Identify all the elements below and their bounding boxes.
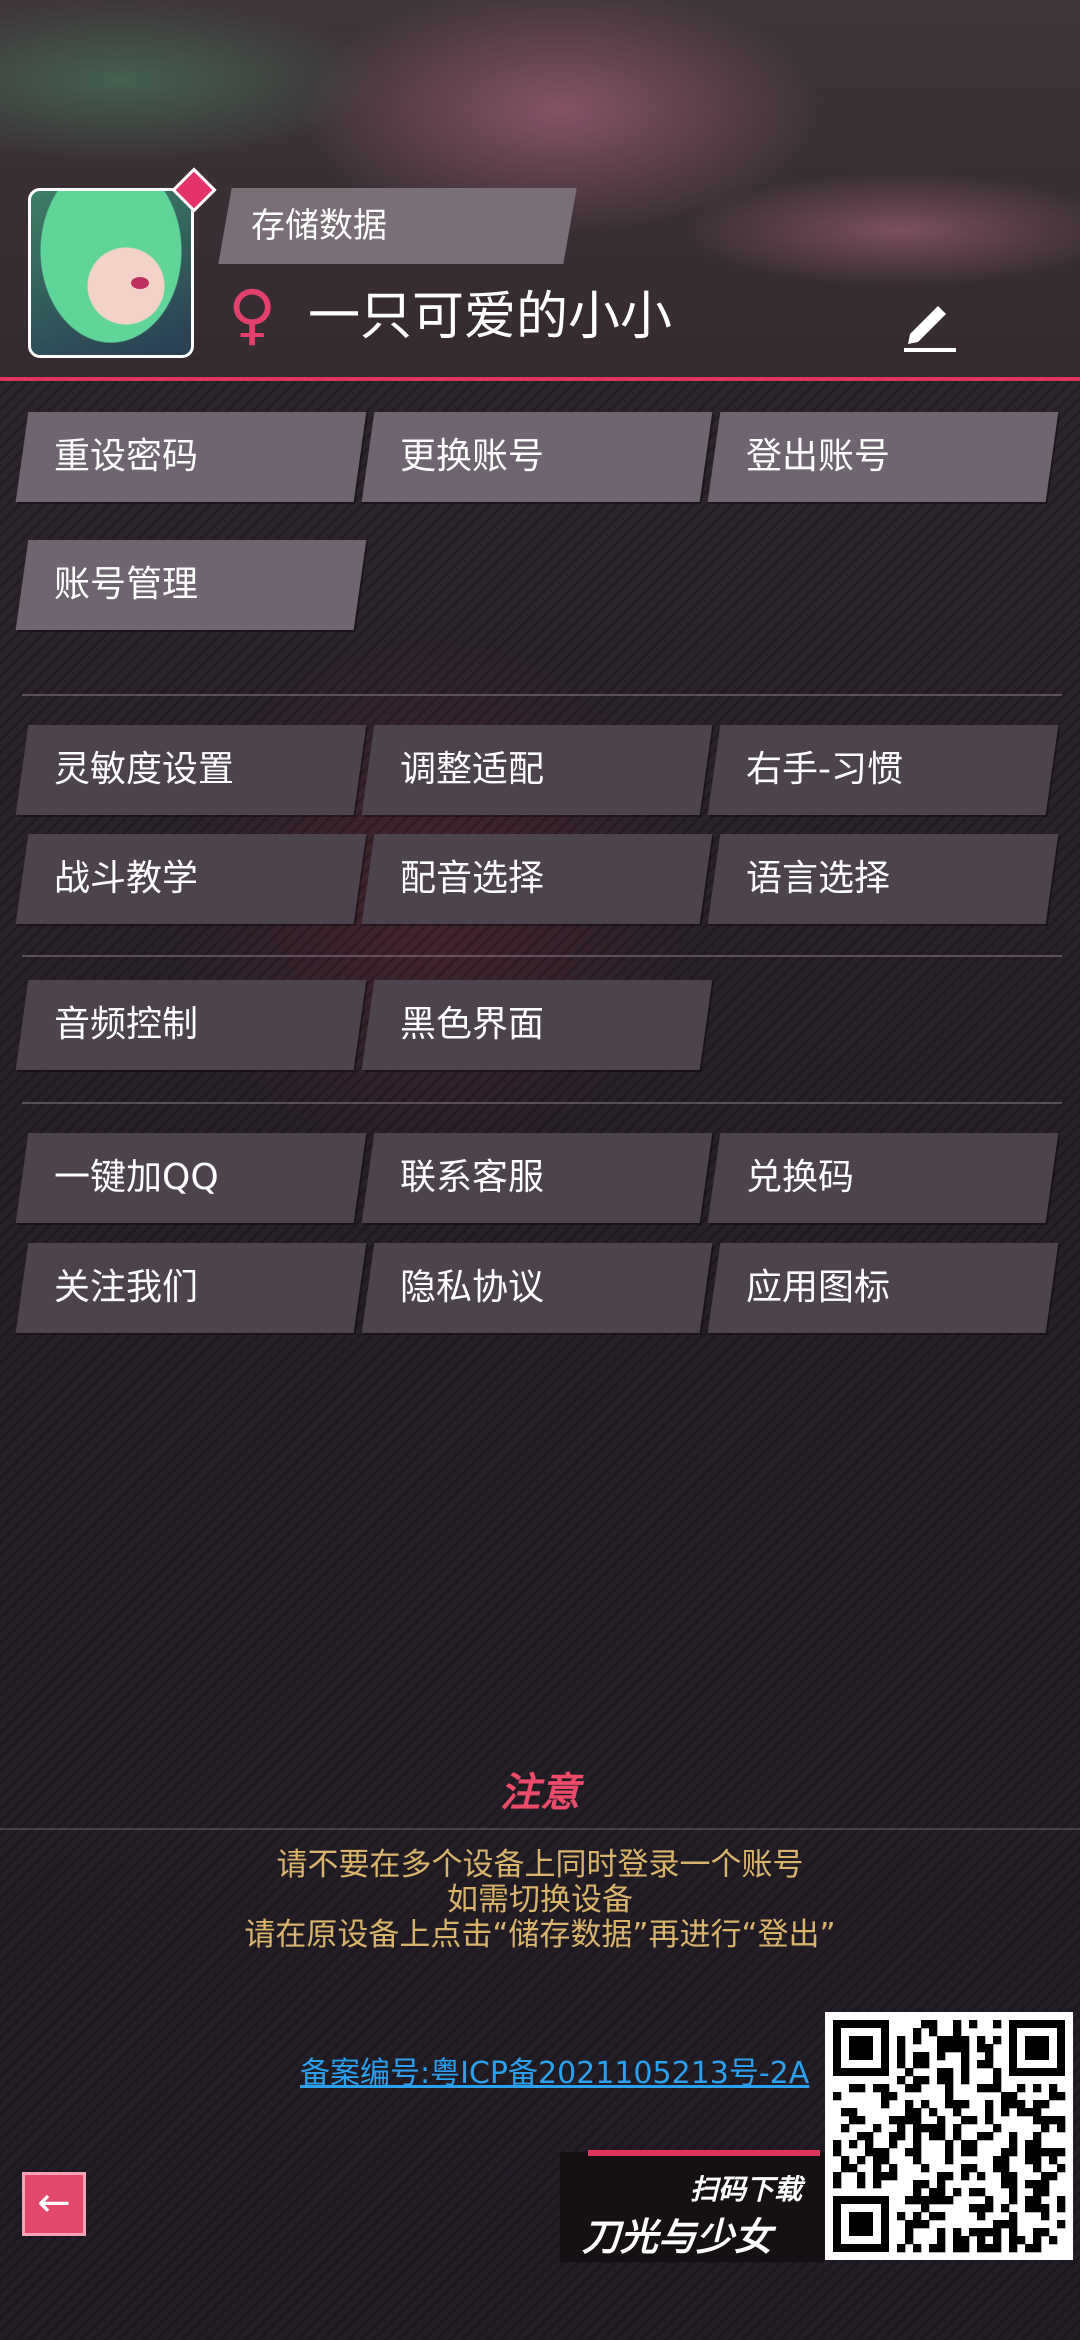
voice-selection-button[interactable]: 配音选择 — [361, 834, 713, 924]
adapt-settings-button[interactable]: 调整适配 — [361, 725, 713, 815]
pencil-icon[interactable] — [900, 290, 960, 354]
save-data-label: 存储数据 — [251, 206, 387, 246]
avatar-eye — [131, 277, 149, 289]
section-divider — [22, 955, 1062, 957]
username: 一只可爱的小小 — [308, 287, 673, 347]
contact-support-button[interactable]: 联系客服 — [361, 1133, 713, 1223]
back-arrow-icon[interactable]: ← — [22, 2172, 86, 2236]
notice-text: 请不要在多个设备上同时登录一个账号 如需切换设备 请在原设备上点击“储存数据”再… — [0, 1848, 1080, 1953]
section-divider — [22, 1102, 1062, 1104]
header-divider — [0, 377, 1080, 381]
reset-password-button[interactable]: 重设密码 — [15, 412, 367, 502]
right-hand-habit-button[interactable]: 右手-习惯 — [707, 725, 1059, 815]
dark-interface-button[interactable]: 黑色界面 — [361, 980, 713, 1070]
language-selection-button[interactable]: 语言选择 — [707, 834, 1059, 924]
follow-us-button[interactable]: 关注我们 — [15, 1243, 367, 1333]
account-management-button[interactable]: 账号管理 — [15, 540, 367, 630]
sensitivity-settings-button[interactable]: 灵敏度设置 — [15, 725, 367, 815]
icp-record-link[interactable]: 备案编号:粤ICP备2021105213号-2A — [300, 2048, 809, 2092]
privacy-policy-button[interactable]: 隐私协议 — [361, 1243, 713, 1333]
qr-code[interactable] — [825, 2012, 1073, 2260]
app-icon-button[interactable]: 应用图标 — [707, 1243, 1059, 1333]
female-gender-icon: ♀ — [228, 276, 277, 353]
switch-account-button[interactable]: 更换账号 — [361, 412, 713, 502]
notice-line-3: 请在原设备上点击“储存数据”再进行“登出” — [244, 1917, 836, 1953]
audio-control-button[interactable]: 音频控制 — [15, 980, 367, 1070]
logout-button[interactable]: 登出账号 — [707, 412, 1059, 502]
notice-divider — [0, 1828, 1080, 1830]
avatar[interactable] — [28, 188, 194, 358]
game-logo-text: 刀光与少女 — [582, 2215, 773, 2259]
redeem-code-button[interactable]: 兑换码 — [707, 1133, 1059, 1223]
promo-accent-bar — [588, 2150, 820, 2156]
add-qq-button[interactable]: 一键加QQ — [15, 1133, 367, 1223]
battle-tutorial-button[interactable]: 战斗教学 — [15, 834, 367, 924]
scan-download-label: 扫码下载 — [690, 2173, 803, 2206]
section-divider — [22, 694, 1062, 696]
notice-title: 注意 — [500, 1770, 580, 1816]
notice-line-1: 请不要在多个设备上同时登录一个账号 — [276, 1847, 804, 1883]
notice-line-2: 如需切换设备 — [447, 1882, 633, 1918]
save-data-tag[interactable]: 存储数据 — [218, 188, 577, 264]
